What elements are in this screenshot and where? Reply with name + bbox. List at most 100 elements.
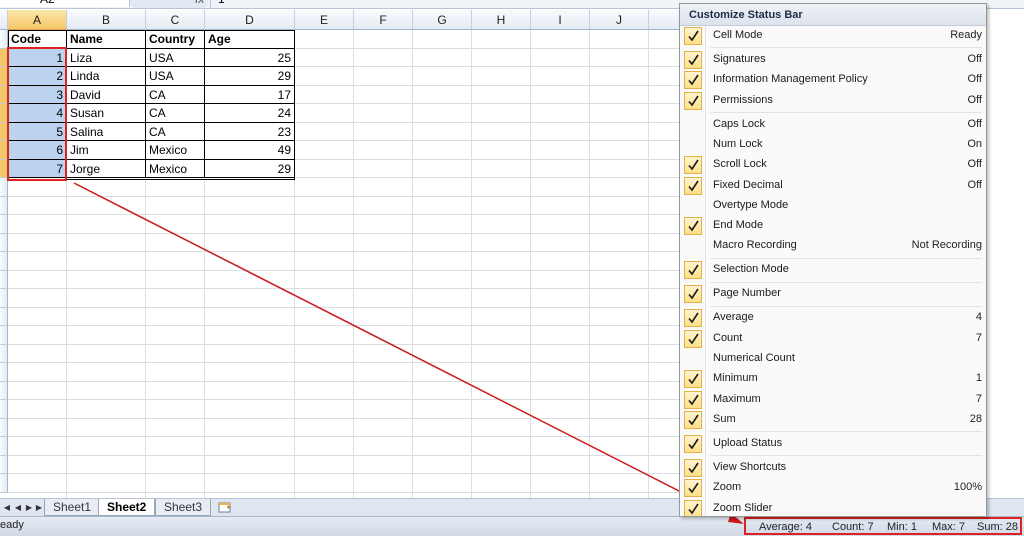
column-header[interactable]: D [205, 10, 295, 30]
table-cell[interactable]: Jorge [67, 159, 146, 178]
column-header[interactable]: H [472, 10, 531, 30]
fx-icon[interactable]: fx [195, 0, 204, 6]
checkmark-icon [684, 217, 702, 236]
table-cell[interactable]: Susan [67, 104, 146, 123]
row-header[interactable] [0, 474, 8, 493]
menu-item-num-lock[interactable]: Num Lock On [682, 135, 984, 155]
row-header[interactable] [0, 363, 8, 382]
menu-item-upload-status[interactable]: Upload Status [682, 434, 984, 454]
menu-item-cell-mode[interactable]: Cell Mode Ready [682, 26, 984, 46]
row-header[interactable] [0, 307, 8, 326]
column-header[interactable]: A [8, 10, 67, 30]
table-cell[interactable]: Jim [67, 141, 146, 160]
status-count: Count: 7 [832, 521, 874, 533]
table-cell[interactable]: Linda [67, 67, 146, 86]
table-cell[interactable]: 25 [205, 48, 295, 67]
row-header[interactable] [0, 233, 8, 252]
table-cell[interactable]: Salina [67, 122, 146, 141]
row-header[interactable] [0, 437, 8, 456]
table-header-cell[interactable]: Name [67, 30, 146, 49]
menu-item-selection-mode[interactable]: Selection Mode [682, 260, 984, 280]
menu-item-zoom-slider[interactable]: Zoom Slider [682, 499, 984, 516]
table-header-cell[interactable]: Country [146, 30, 205, 49]
row-header[interactable] [0, 381, 8, 400]
menu-item-view-shortcuts[interactable]: View Shortcuts [682, 458, 984, 478]
row-header[interactable] [0, 400, 8, 419]
column-header[interactable]: F [354, 10, 413, 30]
last-sheet-icon[interactable]: ▶ [34, 501, 44, 514]
table-cell[interactable]: 17 [205, 85, 295, 104]
table-cell[interactable]: Mexico [146, 141, 205, 160]
menu-item-scroll-lock[interactable]: Scroll Lock Off [682, 155, 984, 175]
gridline [8, 214, 708, 215]
menu-item-label: Maximum [713, 392, 761, 405]
menu-item-caps-lock[interactable]: Caps Lock Off [682, 115, 984, 135]
row-header[interactable] [0, 270, 8, 289]
checkmark-icon [684, 479, 702, 498]
table-cell[interactable]: CA [146, 85, 205, 104]
table-cell[interactable]: Mexico [146, 159, 205, 178]
row-header[interactable] [0, 30, 8, 49]
menu-item-overtype-mode[interactable]: Overtype Mode [682, 196, 984, 216]
row-header[interactable] [0, 418, 8, 437]
menu-item-zoom[interactable]: Zoom 100% [682, 478, 984, 498]
checkmark-icon [684, 410, 702, 429]
row-header[interactable] [0, 252, 8, 271]
menu-item-end-mode[interactable]: End Mode [682, 216, 984, 236]
gridline [8, 195, 708, 197]
column-header[interactable]: B [67, 10, 146, 30]
menu-separator [710, 257, 982, 259]
gridline [8, 454, 708, 456]
menu-item-page-number[interactable]: Page Number [682, 284, 984, 304]
menu-item-numerical-count[interactable]: Numerical Count [682, 349, 984, 369]
table-header-cell[interactable]: Code [8, 30, 67, 49]
tab-sheet1[interactable]: Sheet1 [44, 499, 101, 516]
checkmark-icon [684, 434, 702, 453]
menu-item-fixed-decimal[interactable]: Fixed Decimal Off [682, 176, 984, 196]
table-cell[interactable]: CA [146, 122, 205, 141]
column-header[interactable]: G [413, 10, 472, 30]
insert-sheet-icon[interactable] [218, 501, 232, 513]
tab-sheet2[interactable]: Sheet2 [98, 499, 156, 516]
formula-input[interactable]: 1 [218, 0, 225, 6]
table-cell[interactable]: USA [146, 48, 205, 67]
status-bar[interactable]: eady Average: 4 Count: 7 Min: 1 Max: 7 S… [0, 516, 1024, 536]
table-cell[interactable]: 23 [205, 122, 295, 141]
menu-item-maximum[interactable]: Maximum 7 [682, 390, 984, 410]
table-cell[interactable]: USA [146, 67, 205, 86]
row-header[interactable] [0, 289, 8, 308]
menu-item-permissions[interactable]: Permissions Off [682, 91, 984, 111]
column-header[interactable]: I [531, 10, 590, 30]
menu-item-average[interactable]: Average 4 [682, 308, 984, 328]
menu-item-count[interactable]: Count 7 [682, 329, 984, 349]
table-cell[interactable]: 29 [205, 159, 295, 178]
menu-item-information-management-policy[interactable]: Information Management Policy Off [682, 70, 984, 90]
prev-sheet-icon[interactable]: ◀ [13, 501, 23, 514]
select-all-corner[interactable] [0, 10, 8, 30]
tab-sheet3[interactable]: Sheet3 [155, 499, 212, 516]
column-header[interactable]: E [295, 10, 354, 30]
menu-item-value: 1 [975, 372, 982, 385]
row-header[interactable] [0, 196, 8, 215]
menu-separator [710, 111, 982, 113]
table-cell[interactable]: CA [146, 104, 205, 123]
name-box[interactable]: A2 [0, 0, 130, 7]
column-header[interactable]: C [146, 10, 205, 30]
menu-item-sum[interactable]: Sum 28 [682, 410, 984, 430]
first-sheet-icon[interactable]: ◀ [2, 501, 12, 514]
row-header[interactable] [0, 215, 8, 234]
column-header[interactable]: J [590, 10, 649, 30]
table-cell[interactable]: 29 [205, 67, 295, 86]
menu-item-minimum[interactable]: Minimum 1 [682, 369, 984, 389]
table-cell[interactable]: David [67, 85, 146, 104]
menu-item-signatures[interactable]: Signatures Off [682, 50, 984, 70]
table-cell[interactable]: 24 [205, 104, 295, 123]
row-header[interactable] [0, 326, 8, 345]
table-header-cell[interactable]: Age [205, 30, 295, 49]
next-sheet-icon[interactable]: ▶ [24, 501, 34, 514]
menu-item-macro-recording[interactable]: Macro Recording Not Recording [682, 236, 984, 256]
table-cell[interactable]: Liza [67, 48, 146, 67]
row-header[interactable] [0, 344, 8, 363]
table-cell[interactable]: 49 [205, 141, 295, 160]
row-header[interactable] [0, 455, 8, 474]
